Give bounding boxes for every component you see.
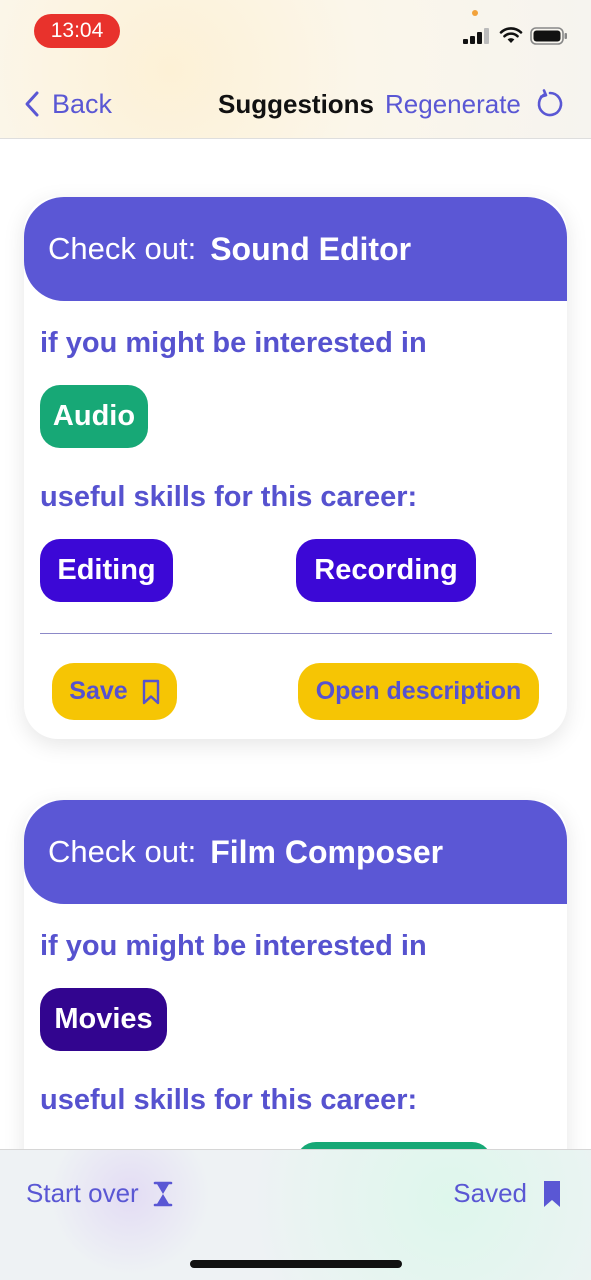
career-title: Sound Editor [210, 230, 412, 267]
chevron-left-icon [25, 91, 39, 117]
page-title: Suggestions [218, 89, 375, 119]
interest-chip: Movies [40, 988, 167, 1051]
back-label: Back [52, 88, 113, 119]
skills-label: useful skills for this career: [40, 1084, 418, 1116]
regenerate-label: Regenerate [385, 88, 521, 119]
saved-button[interactable]: Saved [453, 1178, 561, 1209]
card-divider [40, 633, 552, 634]
open-description-label: Open description [315, 677, 522, 705]
skills-label: useful skills for this career: [40, 481, 418, 513]
back-button[interactable]: Back [24, 87, 112, 121]
career-card: Check out: Sound Editor if you might be … [24, 197, 567, 739]
career-card: Check out: Film Composer if you might be… [24, 800, 567, 1149]
interest-chip: Audio [40, 385, 148, 448]
skill-chip: Editing [40, 539, 173, 602]
hourglass-icon [153, 1181, 173, 1206]
interest-label: if you might be interested in [40, 327, 427, 359]
bottom-tab-bar: Start over Saved [0, 1149, 591, 1280]
privacy-indicator-dot [472, 10, 478, 16]
regenerate-button[interactable]: Regenerate [385, 87, 565, 121]
wifi-icon [499, 27, 523, 43]
skill-chip-partial [296, 1142, 492, 1149]
card-prefix: Check out: [48, 231, 197, 266]
save-button[interactable]: Save [52, 663, 177, 720]
career-title: Film Composer [210, 833, 444, 870]
skill-chip: Recording [296, 539, 476, 602]
save-label: Save [69, 677, 128, 705]
suggestions-list[interactable]: Check out: Sound Editor if you might be … [0, 139, 591, 1149]
start-over-label: Start over [26, 1178, 139, 1208]
open-description-button[interactable]: Open description [298, 663, 539, 720]
status-time: 13:04 [34, 14, 120, 48]
navigation-bar: Back Suggestions Regenerate [0, 62, 591, 139]
signal-icon [463, 28, 491, 44]
home-indicator[interactable] [190, 1260, 402, 1268]
bookmark-outline-icon [142, 679, 159, 704]
saved-label: Saved [453, 1178, 527, 1208]
interest-label: if you might be interested in [40, 930, 427, 962]
bookmark-filled-icon [544, 1180, 560, 1207]
start-over-button[interactable]: Start over [26, 1178, 173, 1209]
status-bar: 13:04 [0, 0, 591, 62]
refresh-icon [537, 89, 563, 117]
card-header: Check out: Film Composer [24, 800, 567, 904]
card-prefix: Check out: [48, 834, 197, 869]
card-header: Check out: Sound Editor [24, 197, 567, 301]
battery-icon [530, 27, 567, 45]
